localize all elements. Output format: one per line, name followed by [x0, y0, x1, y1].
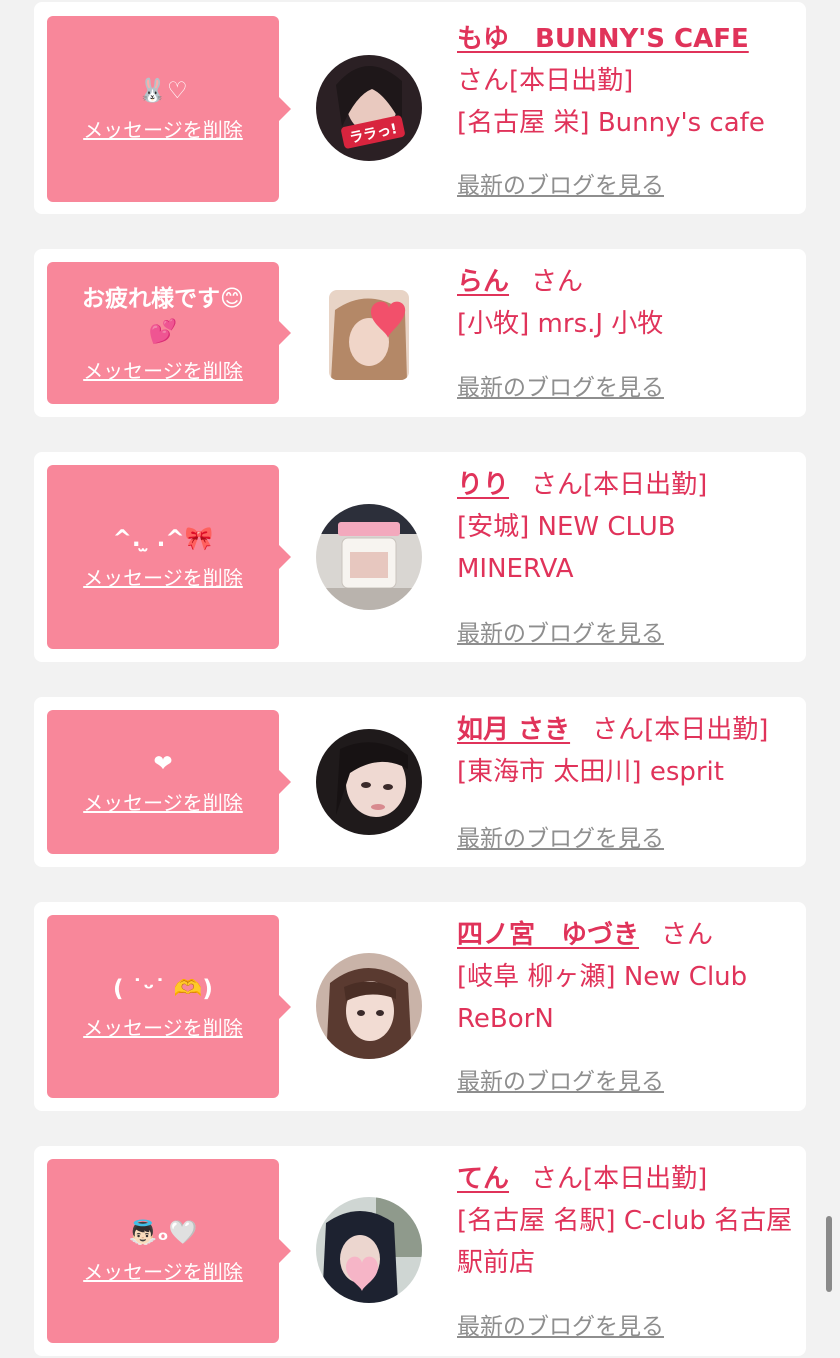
- message-text: ^. ̫ .^🎀: [112, 526, 214, 552]
- cast-info: 如月 さき さん[本日出勤] [東海市 太田川] esprit: [457, 709, 813, 793]
- avatar-photo-icon: [316, 1197, 422, 1303]
- avatar-photo-icon: [316, 504, 422, 610]
- delete-message-link[interactable]: メッセージを削除: [83, 1256, 243, 1285]
- cast-name-link[interactable]: らん: [457, 267, 509, 297]
- cast-avatar[interactable]: ララっ!: [316, 55, 422, 161]
- cast-card: ( ˙ᵕ˙ 🫶) メッセージを削除 四ノ宮 ゆづき さん [岐阜 柳ヶ瀬] New…: [34, 902, 806, 1111]
- cast-name-link[interactable]: 四ノ宮 ゆづき: [457, 920, 639, 950]
- cast-status: さん[本日出勤]: [531, 470, 708, 500]
- cast-card: ^. ̫ .^🎀 メッセージを削除 りり さん[本日出勤] [安城] NEW CL…: [34, 452, 806, 662]
- cast-name-link[interactable]: てん: [457, 1164, 509, 1194]
- avatar-photo-icon: [329, 290, 409, 380]
- cast-avatar[interactable]: [316, 729, 422, 835]
- avatar-photo-icon: [316, 729, 422, 835]
- cast-status: さん[本日出勤]: [531, 1164, 708, 1194]
- delete-message-link[interactable]: メッセージを削除: [83, 787, 243, 816]
- scrollbar[interactable]: [826, 1216, 832, 1292]
- avatar-photo-icon: ララっ!: [316, 55, 422, 161]
- cast-card: 🐰♡ メッセージを削除 ララっ! もゆ BUNNY'S CAFE さん[本日出勤…: [34, 2, 806, 214]
- message-bubble: ( ˙ᵕ˙ 🫶) メッセージを削除: [47, 915, 291, 1098]
- delete-message-link[interactable]: メッセージを削除: [83, 1012, 243, 1041]
- shop-label: [東海市 太田川] esprit: [457, 757, 724, 787]
- shop-label: [小牧] mrs.J 小牧: [457, 309, 664, 339]
- favorite-cast-list: 🐰♡ メッセージを削除 ララっ! もゆ BUNNY'S CAFE さん[本日出勤…: [0, 0, 840, 1358]
- cast-avatar[interactable]: [316, 504, 422, 610]
- latest-blog-link[interactable]: 最新のブログを見る: [457, 614, 664, 648]
- cast-name-link[interactable]: 如月 さき: [457, 715, 570, 745]
- cast-info: もゆ BUNNY'S CAFE さん[本日出勤] [名古屋 栄] Bunny's…: [457, 18, 797, 144]
- cast-status: さん[本日出勤]: [457, 66, 634, 96]
- latest-blog-link[interactable]: 最新のブログを見る: [457, 819, 664, 853]
- cast-card: ❤ メッセージを削除 如月 さき さん[本日出勤] [東海市 太田川] espri…: [34, 697, 806, 867]
- cast-name-link[interactable]: もゆ BUNNY'S CAFE: [457, 24, 749, 54]
- delete-message-link[interactable]: メッセージを削除: [83, 355, 243, 384]
- cast-info: らん さん [小牧] mrs.J 小牧: [457, 261, 797, 345]
- delete-message-link[interactable]: メッセージを削除: [83, 562, 243, 591]
- cast-avatar[interactable]: [316, 953, 422, 1059]
- shop-label: [安城] NEW CLUB MINERVA: [457, 512, 676, 584]
- delete-message-link[interactable]: メッセージを削除: [83, 114, 243, 143]
- message-text: ❤: [153, 751, 173, 777]
- message-bubble: お疲れ様です😊 💕 メッセージを削除: [47, 262, 291, 404]
- message-text: ( ˙ᵕ˙ 🫶): [113, 975, 213, 1002]
- latest-blog-link[interactable]: 最新のブログを見る: [457, 166, 664, 200]
- message-text: お疲れ様です😊 💕: [82, 285, 244, 345]
- message-bubble: ^. ̫ .^🎀 メッセージを削除: [47, 465, 291, 649]
- latest-blog-link[interactable]: 最新のブログを見る: [457, 1062, 664, 1096]
- avatar-photo-icon: [316, 953, 422, 1059]
- shop-label: [名古屋 栄] Bunny's cafe: [457, 108, 765, 138]
- message-bubble: 🐰♡ メッセージを削除: [47, 16, 291, 202]
- shop-label: [岐阜 柳ヶ瀬] New Club ReBorN: [457, 962, 748, 1034]
- cast-info: てん さん[本日出勤] [名古屋 名駅] C-club 名古屋駅前店: [457, 1158, 797, 1284]
- latest-blog-link[interactable]: 最新のブログを見る: [457, 368, 664, 402]
- shop-label: [名古屋 名駅] C-club 名古屋駅前店: [457, 1206, 793, 1278]
- message-bubble: 👼🏻ₒ🤍 メッセージを削除: [47, 1159, 291, 1343]
- message-text: 👼🏻ₒ🤍: [128, 1220, 198, 1246]
- cast-avatar[interactable]: [329, 290, 409, 380]
- cast-info: りり さん[本日出勤] [安城] NEW CLUB MINERVA: [457, 464, 797, 590]
- latest-blog-link[interactable]: 最新のブログを見る: [457, 1307, 664, 1341]
- cast-avatar[interactable]: [316, 1197, 422, 1303]
- cast-info: 四ノ宮 ゆづき さん [岐阜 柳ヶ瀬] New Club ReBorN: [457, 914, 797, 1040]
- cast-card: 👼🏻ₒ🤍 メッセージを削除 てん さん[本日出勤] [名古屋 名駅] C-club…: [34, 1146, 806, 1356]
- message-text: 🐰♡: [138, 78, 188, 104]
- cast-name-link[interactable]: りり: [457, 470, 509, 500]
- cast-status: さん: [661, 920, 714, 950]
- cast-card: お疲れ様です😊 💕 メッセージを削除 らん さん [小牧] mrs.J 小牧 最新…: [34, 249, 806, 417]
- message-bubble: ❤ メッセージを削除: [47, 710, 291, 854]
- cast-status: さん: [531, 267, 584, 297]
- cast-status: さん[本日出勤]: [592, 715, 769, 745]
